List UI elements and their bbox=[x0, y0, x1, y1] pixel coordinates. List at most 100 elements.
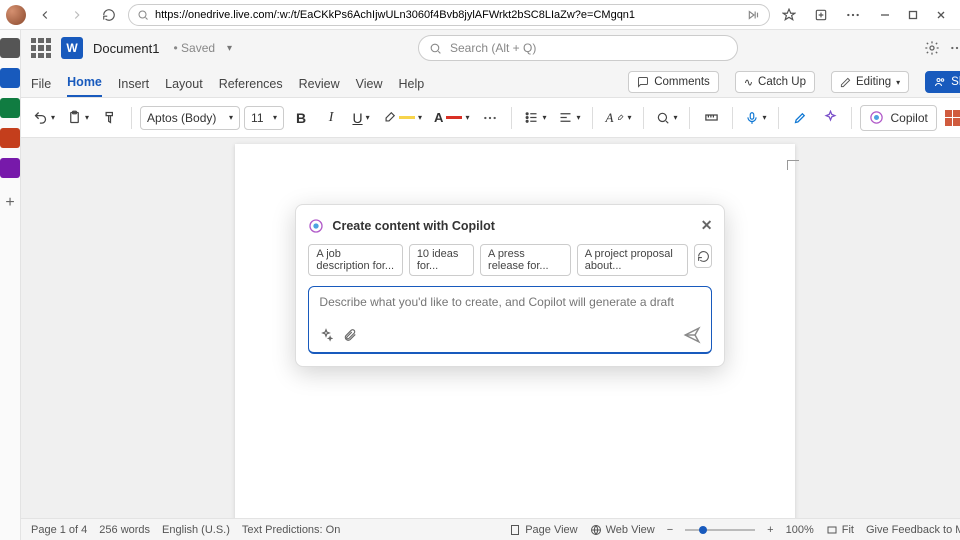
ruler-button[interactable] bbox=[698, 104, 724, 132]
catchup-button[interactable]: ∿ Catch Up bbox=[735, 71, 815, 93]
collections-icon[interactable] bbox=[808, 2, 834, 28]
font-name-select[interactable]: Aptos (Body)▾ bbox=[140, 106, 240, 130]
status-page[interactable]: Page 1 of 4 bbox=[31, 524, 87, 536]
catchup-icon: ∿ bbox=[744, 76, 753, 89]
ribbon-toolbar: ▾ ▾ Aptos (Body)▾ 11▾ B I U▾ ▾ A▾ ▾ ▾ A▾… bbox=[21, 98, 960, 138]
editor-button[interactable] bbox=[787, 104, 813, 132]
pencil-icon bbox=[840, 77, 851, 88]
page-view-button[interactable]: Page View bbox=[509, 524, 577, 536]
people-icon bbox=[934, 76, 946, 88]
zoom-out-button[interactable]: − bbox=[667, 524, 673, 536]
underline-button[interactable]: U▾ bbox=[348, 104, 374, 132]
refresh-button[interactable] bbox=[96, 2, 122, 28]
sidebar-app-onenote[interactable] bbox=[0, 158, 20, 178]
highlight-icon bbox=[382, 111, 396, 125]
tab-view[interactable]: View bbox=[356, 77, 383, 97]
profile-avatar-icon[interactable] bbox=[6, 5, 26, 25]
url-input[interactable] bbox=[155, 9, 741, 21]
address-bar[interactable] bbox=[128, 4, 770, 26]
sidebar-app-word[interactable] bbox=[0, 68, 20, 88]
forward-button[interactable] bbox=[64, 2, 90, 28]
margin-marker-icon bbox=[787, 160, 799, 170]
search-placeholder: Search (Alt + Q) bbox=[450, 41, 536, 55]
maximize-button[interactable] bbox=[900, 2, 926, 28]
tab-insert[interactable]: Insert bbox=[118, 77, 149, 97]
tab-home[interactable]: Home bbox=[67, 75, 102, 97]
copilot-suggestion-chip[interactable]: A press release for... bbox=[480, 244, 571, 276]
status-language[interactable]: English (U.S.) bbox=[162, 524, 230, 536]
settings-icon[interactable] bbox=[924, 40, 940, 56]
tab-layout[interactable]: Layout bbox=[165, 77, 203, 97]
attach-icon[interactable] bbox=[343, 328, 357, 342]
sidebar-app-excel[interactable] bbox=[0, 98, 20, 118]
word-logo-icon: W bbox=[61, 37, 83, 59]
designer-button[interactable] bbox=[817, 104, 843, 132]
font-color-button[interactable]: A▾ bbox=[430, 104, 473, 132]
sidebar-app-edge[interactable] bbox=[0, 38, 20, 58]
app-launcher-icon[interactable] bbox=[31, 38, 51, 58]
find-button[interactable]: ▾ bbox=[652, 104, 681, 132]
copilot-ribbon-button[interactable]: Copilot bbox=[860, 105, 936, 131]
sidebar-app-powerpoint[interactable] bbox=[0, 128, 20, 148]
copilot-prompt-input[interactable] bbox=[319, 295, 701, 315]
ribbon-tabs: File Home Insert Layout References Revie… bbox=[21, 66, 960, 98]
tab-help[interactable]: Help bbox=[399, 77, 425, 97]
comments-label: Comments bbox=[654, 76, 710, 88]
layout-grid-button[interactable]: ▾ bbox=[941, 104, 960, 132]
copilot-send-button[interactable] bbox=[683, 326, 701, 344]
zoom-level[interactable]: 100% bbox=[786, 524, 814, 536]
font-size-select[interactable]: 11▾ bbox=[244, 106, 284, 130]
share-button[interactable]: Share ▾ bbox=[925, 71, 960, 93]
web-view-icon bbox=[590, 524, 602, 536]
align-button[interactable]: ▾ bbox=[554, 104, 584, 132]
favorite-icon[interactable] bbox=[776, 2, 802, 28]
sparkle-icon[interactable] bbox=[319, 328, 333, 342]
editing-mode-button[interactable]: Editing ▾ bbox=[831, 71, 909, 93]
zoom-slider[interactable] bbox=[685, 529, 755, 531]
font-name-value: Aptos (Body) bbox=[147, 111, 216, 125]
tab-references[interactable]: References bbox=[219, 77, 283, 97]
web-view-button[interactable]: Web View bbox=[590, 524, 655, 536]
format-painter-button[interactable] bbox=[97, 104, 123, 132]
document-page[interactable]: Create content with Copilot ✕ A job desc… bbox=[235, 144, 795, 518]
feedback-link[interactable]: Give Feedback to Microsoft bbox=[866, 524, 960, 536]
undo-button[interactable]: ▾ bbox=[29, 104, 59, 132]
status-predictions[interactable]: Text Predictions: On bbox=[242, 524, 340, 536]
back-button[interactable] bbox=[32, 2, 58, 28]
copilot-label: Copilot bbox=[890, 111, 927, 125]
tab-file[interactable]: File bbox=[31, 77, 51, 97]
dictate-button[interactable]: ▾ bbox=[741, 104, 770, 132]
search-icon bbox=[429, 42, 442, 55]
save-status: • Saved bbox=[173, 41, 215, 55]
font-more-button[interactable] bbox=[477, 104, 503, 132]
browser-menu-icon[interactable] bbox=[840, 2, 866, 28]
styles-button[interactable]: A▾ bbox=[601, 104, 635, 132]
sidebar-add-app[interactable]: + bbox=[5, 194, 14, 212]
copilot-refresh-suggestions[interactable] bbox=[694, 244, 712, 268]
copilot-draft-popup: Create content with Copilot ✕ A job desc… bbox=[295, 204, 725, 367]
close-button[interactable] bbox=[928, 2, 954, 28]
copilot-suggestion-chip[interactable]: A job description for... bbox=[308, 244, 402, 276]
copilot-close-button[interactable]: ✕ bbox=[701, 217, 713, 234]
bullets-button[interactable]: ▾ bbox=[520, 104, 550, 132]
share-label: Share bbox=[951, 76, 960, 88]
copilot-suggestion-chip[interactable]: A project proposal about... bbox=[577, 244, 688, 276]
tab-review[interactable]: Review bbox=[299, 77, 340, 97]
search-box[interactable]: Search (Alt + Q) bbox=[418, 35, 738, 61]
copilot-prompt-box[interactable] bbox=[308, 286, 712, 354]
zoom-in-button[interactable]: + bbox=[767, 524, 773, 536]
more-icon[interactable] bbox=[950, 46, 960, 50]
status-words[interactable]: 256 words bbox=[99, 524, 150, 536]
bold-button[interactable]: B bbox=[288, 104, 314, 132]
fit-button[interactable]: Fit bbox=[826, 524, 854, 536]
copilot-icon bbox=[869, 110, 884, 125]
copilot-suggestion-chip[interactable]: 10 ideas for... bbox=[409, 244, 474, 276]
read-aloud-icon[interactable] bbox=[747, 8, 761, 22]
minimize-button[interactable] bbox=[872, 2, 898, 28]
paste-button[interactable]: ▾ bbox=[63, 104, 93, 132]
comments-button[interactable]: Comments bbox=[628, 71, 719, 93]
highlight-button[interactable]: ▾ bbox=[378, 104, 426, 132]
document-title[interactable]: Document1 bbox=[93, 41, 159, 56]
italic-button[interactable]: I bbox=[318, 104, 344, 132]
title-dropdown-icon[interactable]: ▾ bbox=[227, 43, 232, 54]
